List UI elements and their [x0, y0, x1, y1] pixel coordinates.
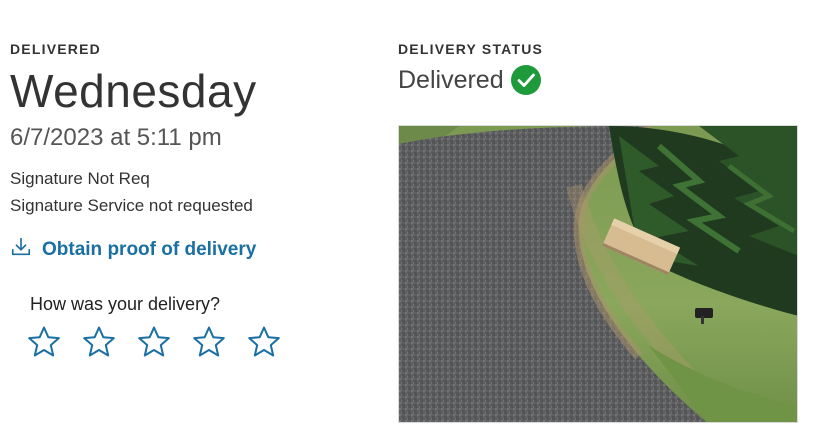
star-outline-icon: [193, 326, 225, 357]
status-row: Delivered: [398, 64, 542, 96]
status-text: Delivered: [398, 65, 504, 94]
star-rating: [27, 325, 281, 359]
delivery-page: DELIVERED Wednesday 6/7/2023 at 5:11 pm …: [0, 0, 816, 438]
star-rating-3[interactable]: [137, 325, 171, 359]
signature-requirement: Signature Not Req: [10, 169, 150, 188]
star-rating-5[interactable]: [247, 325, 281, 359]
star-outline-icon: [248, 326, 280, 357]
star-outline-icon: [28, 326, 60, 357]
star-outline-icon: [138, 326, 170, 357]
star-rating-2[interactable]: [82, 325, 116, 359]
obtain-proof-label: Obtain proof of delivery: [42, 238, 257, 260]
delivered-eyebrow: DELIVERED: [10, 41, 101, 57]
star-rating-1[interactable]: [27, 325, 61, 359]
star-outline-icon: [83, 326, 115, 357]
download-icon: [10, 236, 32, 263]
check-circle-icon: [510, 64, 542, 96]
rating-question: How was your delivery?: [30, 294, 221, 314]
delivery-day: Wednesday: [10, 65, 257, 117]
star-rating-4[interactable]: [192, 325, 226, 359]
delivery-photo: [398, 125, 798, 423]
obtain-proof-link[interactable]: Obtain proof of delivery: [10, 236, 256, 263]
status-eyebrow: DELIVERY STATUS: [398, 41, 544, 57]
delivery-datetime: 6/7/2023 at 5:11 pm: [10, 124, 222, 151]
signature-service: Signature Service not requested: [10, 196, 253, 215]
